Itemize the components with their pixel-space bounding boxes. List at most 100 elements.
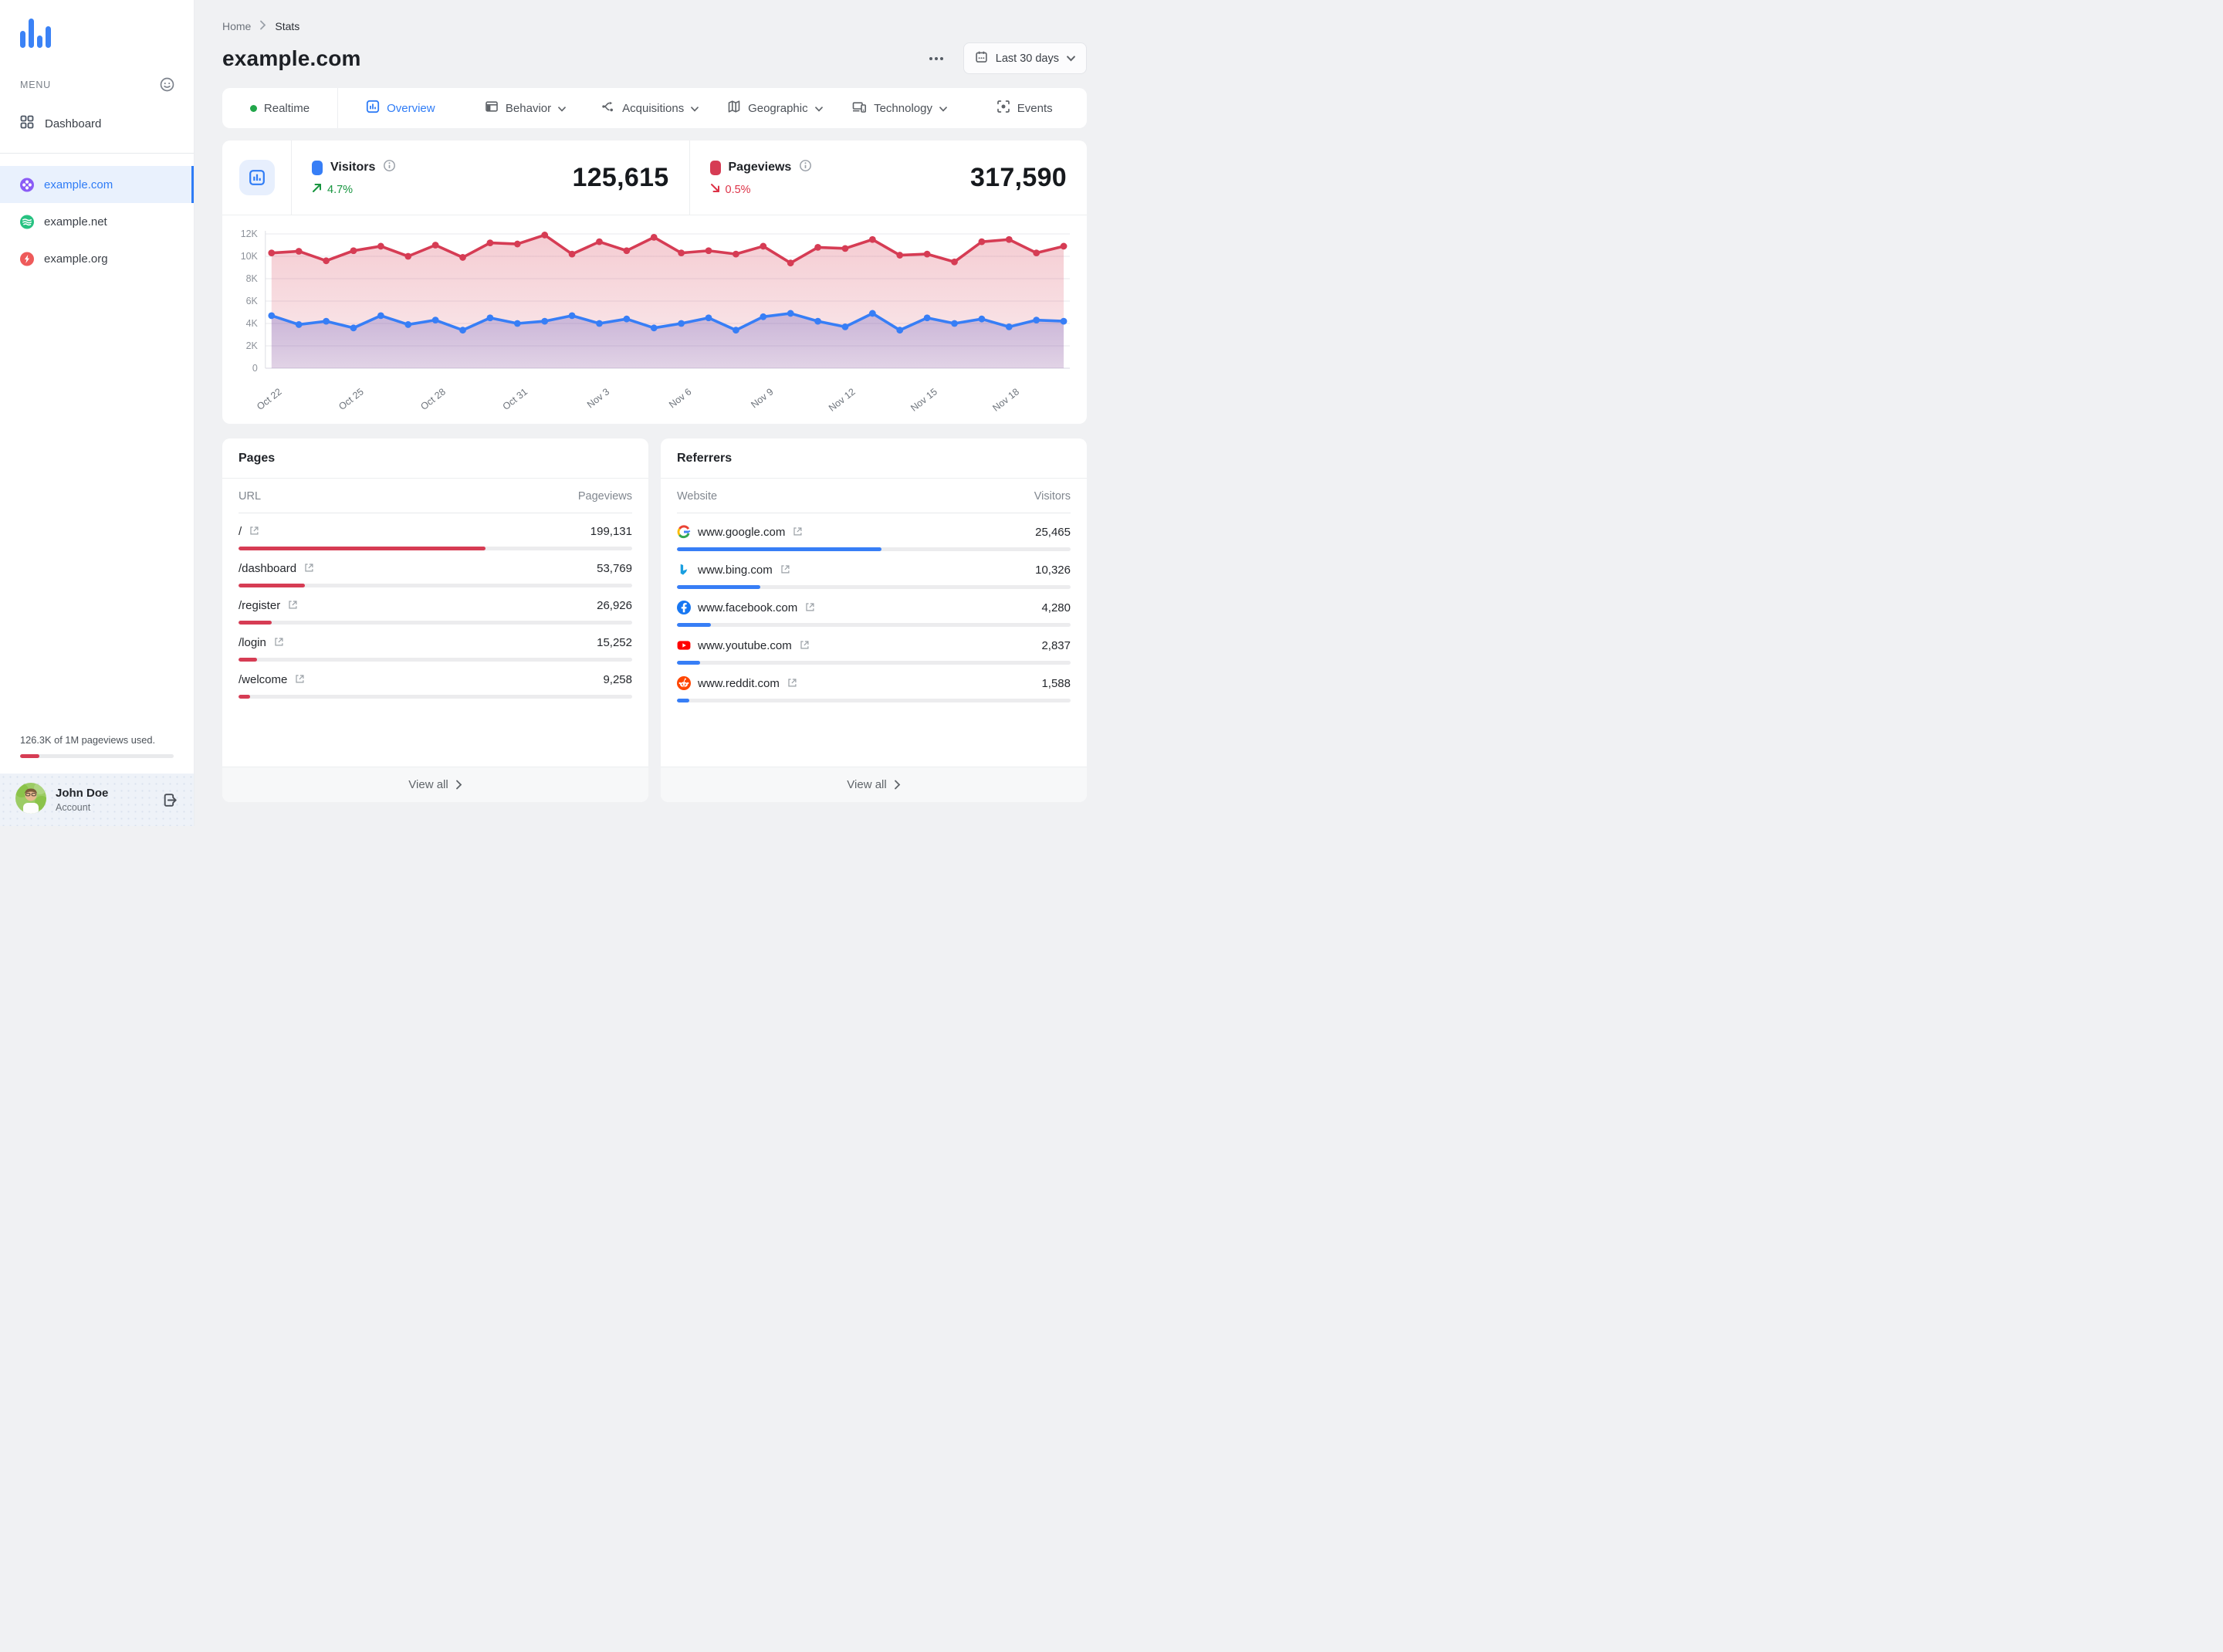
referrer-link[interactable]: www.bing.com xyxy=(698,564,773,577)
svg-text:Nov 6: Nov 6 xyxy=(667,386,693,410)
row-value: 1,588 xyxy=(1041,676,1071,690)
external-link-icon[interactable] xyxy=(787,677,797,690)
svg-text:0: 0 xyxy=(252,363,258,374)
sidebar-item-example-com[interactable]: example.com xyxy=(0,166,194,203)
tab-technology[interactable]: Technology xyxy=(837,88,963,128)
referrer-link[interactable]: www.youtube.com xyxy=(698,639,792,652)
account-panel[interactable]: John Doe Account xyxy=(0,774,194,826)
app-logo-icon xyxy=(0,0,194,52)
external-link-icon[interactable] xyxy=(780,564,790,577)
row-value: 15,252 xyxy=(597,636,632,649)
external-link-icon[interactable] xyxy=(303,562,313,575)
external-link-icon[interactable] xyxy=(799,639,809,652)
tab-behavior[interactable]: Behavior xyxy=(463,88,588,128)
chevron-down-icon xyxy=(814,102,823,115)
sidebar-item-example-org[interactable]: example.org xyxy=(0,240,194,277)
page-link[interactable]: /dashboard xyxy=(239,562,296,575)
tab-events[interactable]: Events xyxy=(962,88,1087,128)
page-link[interactable]: /welcome xyxy=(239,673,287,686)
info-icon[interactable] xyxy=(799,159,812,176)
user-name: John Doe xyxy=(56,787,109,800)
tab-geographic[interactable]: Geographic xyxy=(712,88,837,128)
external-link-icon[interactable] xyxy=(804,601,814,614)
avatar xyxy=(15,782,46,818)
pages-card-title: Pages xyxy=(222,438,648,479)
realtime-status-dot xyxy=(249,104,257,112)
referrers-view-all-button[interactable]: View all xyxy=(661,767,1087,802)
user-role: Account xyxy=(56,802,91,813)
table-row: www.youtube.com 2,837 xyxy=(661,627,1087,665)
external-link-icon[interactable] xyxy=(294,673,304,686)
referrers-col-visitors: Visitors xyxy=(1034,490,1071,503)
external-link-icon[interactable] xyxy=(249,525,259,538)
more-options-button[interactable] xyxy=(928,52,945,65)
acquisitions-branch-icon xyxy=(601,100,615,117)
breadcrumb-home-link[interactable]: Home xyxy=(222,20,251,32)
svg-text:10K: 10K xyxy=(241,251,259,262)
menu-label: MENU xyxy=(20,79,52,90)
tables-row: Pages URL Pageviews / 199,131 /dashboard… xyxy=(222,438,1087,802)
table-row: /login 15,252 xyxy=(222,625,648,662)
usage-meter: 126.3K of 1M pageviews used. xyxy=(0,734,194,774)
external-link-icon[interactable] xyxy=(287,599,297,612)
example-net-favicon xyxy=(20,215,34,229)
row-value: 26,926 xyxy=(597,599,632,612)
table-row: www.reddit.com 1,588 xyxy=(661,665,1087,702)
svg-text:Oct 28: Oct 28 xyxy=(418,386,448,412)
table-row: www.bing.com 10,326 xyxy=(661,551,1087,589)
reddit-favicon xyxy=(677,676,691,690)
sidebar-item-label: example.org xyxy=(44,252,108,266)
trend-chart: 0 2K 4K 6K 8K 10K 12K Oct 22 Oct 25 Oct 28 Oct 31 N… xyxy=(222,215,1087,424)
technology-devices-icon xyxy=(852,100,867,117)
page-link[interactable]: /login xyxy=(239,636,266,649)
external-link-icon[interactable] xyxy=(792,526,802,539)
pages-col-url: URL xyxy=(239,490,262,503)
svg-text:8K: 8K xyxy=(246,273,259,284)
row-value: 9,258 xyxy=(603,673,632,686)
facebook-favicon xyxy=(677,601,691,614)
info-icon[interactable] xyxy=(383,159,396,176)
pageviews-stat: Pageviews 0.5% 317,590 xyxy=(690,140,1088,215)
trend-down-icon xyxy=(710,183,720,196)
events-scan-icon xyxy=(996,100,1010,117)
dashboard-grid-icon xyxy=(20,115,34,132)
chevron-right-icon xyxy=(259,20,266,32)
referrers-card: Referrers Website Visitors www.google.co… xyxy=(661,438,1087,802)
svg-text:Nov 9: Nov 9 xyxy=(749,386,775,410)
pages-view-all-button[interactable]: View all xyxy=(222,767,648,802)
sidebar-item-example-net[interactable]: example.net xyxy=(0,203,194,240)
logout-icon[interactable] xyxy=(162,792,178,808)
stats-row: Visitors 4.7% 125,615 Pageviews 0.5% 317… xyxy=(222,140,1087,215)
external-link-icon[interactable] xyxy=(273,636,283,649)
referrer-link[interactable]: www.google.com xyxy=(698,526,785,539)
support-icon[interactable] xyxy=(159,76,175,93)
usage-progressbar xyxy=(20,754,174,758)
geographic-map-icon xyxy=(727,100,741,117)
page-link[interactable]: /register xyxy=(239,599,280,612)
visitors-series-swatch xyxy=(312,160,323,175)
pageviews-value: 317,590 xyxy=(969,162,1067,192)
svg-text:Nov 3: Nov 3 xyxy=(585,386,611,410)
svg-text:Nov 18: Nov 18 xyxy=(990,386,1021,413)
breadcrumb-current: Stats xyxy=(275,20,300,32)
visitors-label: Visitors xyxy=(330,161,376,174)
referrer-link[interactable]: www.reddit.com xyxy=(698,677,780,690)
pageviews-label: Pageviews xyxy=(728,161,792,174)
google-favicon xyxy=(677,525,691,539)
section-tabs: Realtime Overview Behavior Acquisitions … xyxy=(222,88,1087,128)
overview-chart-icon xyxy=(366,100,380,117)
trend-chart-svg: 0 2K 4K 6K 8K 10K 12K Oct 22 Oct 25 Oct 28 Oct 31 N… xyxy=(241,229,1071,414)
date-range-button[interactable]: Last 30 days xyxy=(963,42,1087,74)
tab-overview[interactable]: Overview xyxy=(338,88,463,128)
referrer-link[interactable]: www.facebook.com xyxy=(698,601,797,614)
referrers-card-title: Referrers xyxy=(661,438,1087,479)
svg-text:6K: 6K xyxy=(246,296,259,306)
tab-realtime[interactable]: Realtime xyxy=(222,88,338,128)
svg-text:4K: 4K xyxy=(246,318,259,329)
example-org-favicon xyxy=(20,252,34,266)
tab-acquisitions[interactable]: Acquisitions xyxy=(587,88,712,128)
sidebar-item-dashboard[interactable]: Dashboard xyxy=(0,105,194,142)
youtube-favicon xyxy=(677,638,691,652)
row-value: 4,280 xyxy=(1041,601,1071,614)
page-link[interactable]: / xyxy=(239,525,242,538)
